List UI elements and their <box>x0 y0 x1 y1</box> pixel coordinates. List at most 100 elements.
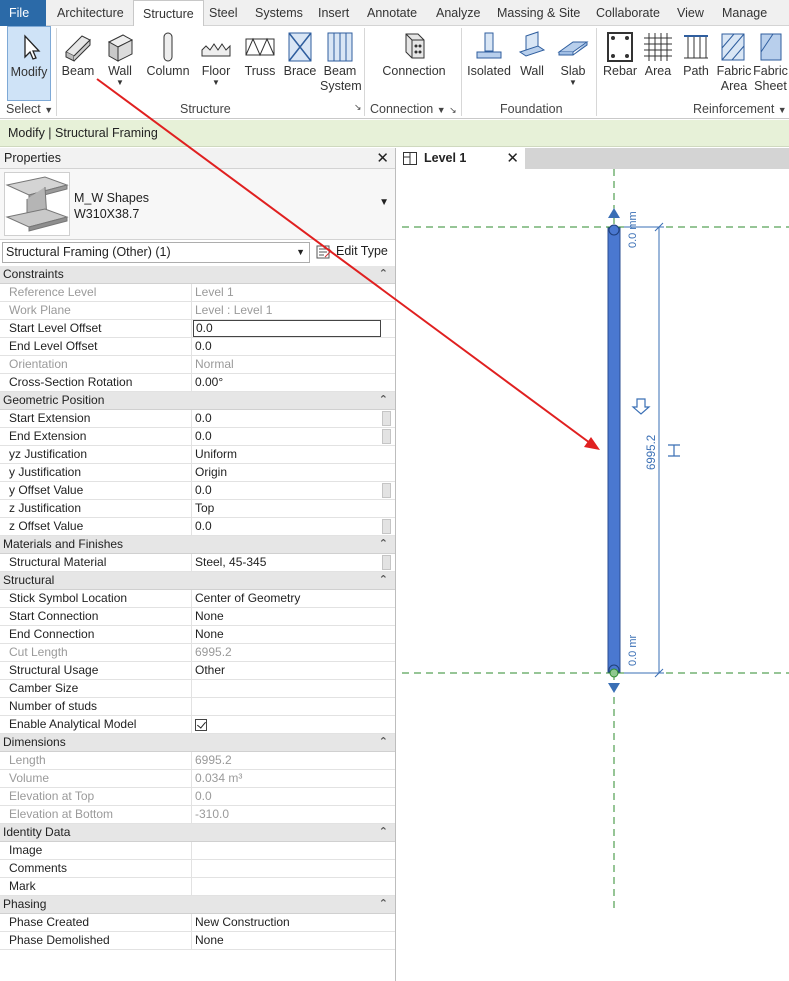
tab-annotate[interactable]: Annotate <box>358 0 426 26</box>
beam-button[interactable]: Beam <box>59 26 97 101</box>
prop-key: Cut Length <box>0 644 192 661</box>
associate-parameter-button[interactable] <box>382 483 391 498</box>
mark-input[interactable] <box>193 878 381 895</box>
brace-button[interactable]: Brace <box>282 26 318 101</box>
connection-panel-dropdown[interactable]: Connection ▼ ↘ <box>370 102 457 118</box>
area-reinforcement-button[interactable]: Area <box>640 26 676 101</box>
slab-button[interactable]: Slab ▼ <box>554 26 592 101</box>
path-reinforcement-button[interactable]: Path <box>678 26 714 101</box>
z-justification-select[interactable]: Top <box>193 500 381 517</box>
cross-section-rotation-input[interactable]: 0.00° <box>193 374 381 391</box>
instance-filter-select[interactable]: Structural Framing (Other) (1) ▼ <box>2 242 310 263</box>
structure-panel-launcher-icon[interactable]: ↘ <box>354 102 362 118</box>
start-level-offset-input[interactable]: 0.0 <box>193 320 381 337</box>
tab-collaborate[interactable]: Collaborate <box>587 0 669 26</box>
group-phasing[interactable]: Phasing ⌃ <box>0 896 395 914</box>
end-extension-input[interactable]: 0.0 <box>193 428 381 445</box>
enable-analytical-model-checkbox[interactable] <box>195 719 207 731</box>
associate-parameter-button[interactable] <box>382 411 391 426</box>
collapse-icon[interactable]: ⌃ <box>379 572 388 589</box>
collapse-icon[interactable]: ⌃ <box>379 734 388 751</box>
group-geometric-position[interactable]: Geometric Position ⌃ <box>0 392 395 410</box>
y-justification-select[interactable]: Origin <box>193 464 381 481</box>
collapse-icon[interactable]: ⌃ <box>379 824 388 841</box>
wall-button[interactable]: Wall ▼ <box>100 26 140 101</box>
tab-view[interactable]: View <box>668 0 713 26</box>
prop-key: Start Extension <box>0 410 192 427</box>
associate-parameter-button[interactable] <box>382 519 391 534</box>
tab-manage[interactable]: Manage <box>713 0 776 26</box>
wall-foundation-button[interactable]: Wall <box>514 26 550 101</box>
connection-panel-launcher-icon[interactable]: ↘ <box>449 105 457 115</box>
structural-beam[interactable] <box>607 227 621 673</box>
group-constraints[interactable]: Constraints ⌃ <box>0 266 395 284</box>
collapse-icon[interactable]: ⌃ <box>379 392 388 409</box>
number-of-studs-input[interactable] <box>193 698 381 715</box>
structural-usage-select[interactable]: Other <box>193 662 381 679</box>
type-selector[interactable]: M_W Shapes W310X38.7 ▼ <box>0 169 395 240</box>
end-offset-label[interactable]: 0.0 mr <box>627 634 639 666</box>
group-materials-finishes[interactable]: Materials and Finishes ⌃ <box>0 536 395 554</box>
column-button[interactable]: Column <box>144 26 192 101</box>
fabric-sheet-button[interactable]: Fabric Sheet <box>752 26 789 101</box>
tab-steel[interactable]: Steel <box>200 0 247 26</box>
start-connection-select[interactable]: None <box>193 608 381 625</box>
phase-created-select[interactable]: New Construction <box>193 914 381 931</box>
y-offset-value-input[interactable]: 0.0 <box>193 482 381 499</box>
reinforcement-panel-dropdown[interactable]: Reinforcement ▼ <box>693 102 787 118</box>
connection-button[interactable]: Connection <box>378 26 450 101</box>
phase-demolished-select[interactable]: None <box>193 932 381 949</box>
yz-justification-select[interactable]: Uniform <box>193 446 381 463</box>
collapse-icon[interactable]: ⌃ <box>379 896 388 913</box>
close-icon[interactable]: ✕ <box>376 148 389 169</box>
tab-structure[interactable]: Structure <box>133 0 204 27</box>
group-dimensions[interactable]: Dimensions ⌃ <box>0 734 395 752</box>
flip-arrow-icon[interactable] <box>631 398 651 415</box>
tab-systems[interactable]: Systems <box>246 0 312 26</box>
tab-massing-site[interactable]: Massing & Site <box>488 0 589 26</box>
z-offset-value-input[interactable]: 0.0 <box>193 518 381 535</box>
dimension-value[interactable]: 6995.2 <box>646 435 658 470</box>
stick-symbol-location-select[interactable]: Center of Geometry <box>193 590 381 607</box>
tab-analyze[interactable]: Analyze <box>427 0 489 26</box>
select-panel-dropdown[interactable]: Select ▼ <box>6 102 53 118</box>
view-tab-level-1[interactable]: Level 1 ✕ <box>397 148 525 169</box>
camber-size-input[interactable] <box>193 680 381 697</box>
isolated-foundation-button[interactable]: Isolated <box>466 26 512 101</box>
start-end-handle[interactable] <box>608 224 620 236</box>
comments-input[interactable] <box>193 860 381 877</box>
start-offset-label[interactable]: 0.0 mm <box>627 211 639 248</box>
edit-type-button[interactable]: Edit Type <box>316 242 388 263</box>
drag-arrow-down-icon[interactable] <box>608 683 620 693</box>
truss-button[interactable]: Truss <box>242 26 278 101</box>
drawing-canvas[interactable]: 0.0 mm 0.0 mr 6995.2 <box>397 169 789 981</box>
close-icon[interactable]: ✕ <box>506 148 519 169</box>
image-field[interactable] <box>193 842 381 859</box>
fabric-area-button[interactable]: Fabric Area <box>716 26 752 101</box>
associate-parameter-button[interactable] <box>382 429 391 444</box>
prop-key: z Justification <box>0 500 192 517</box>
tab-file[interactable]: File <box>0 0 46 26</box>
end-level-offset-input[interactable]: 0.0 <box>193 338 381 355</box>
collapse-icon[interactable]: ⌃ <box>379 266 388 283</box>
rebar-button[interactable]: Rebar <box>600 26 640 101</box>
start-extension-input[interactable]: 0.0 <box>193 410 381 427</box>
associate-parameter-button[interactable] <box>382 555 391 570</box>
structural-material-field[interactable]: Steel, 45-345 <box>193 554 381 571</box>
chevron-down-icon: ▼ <box>569 78 577 87</box>
collapse-icon[interactable]: ⌃ <box>379 536 388 553</box>
modify-button[interactable]: Modify <box>7 26 51 101</box>
make-permanent-dimension-icon[interactable] <box>668 444 680 457</box>
ribbon: Modify Beam Wall ▼ Column Floor ▼ Truss … <box>0 26 789 119</box>
prop-row-camber-size: Camber Size <box>0 680 395 698</box>
group-structural[interactable]: Structural ⌃ <box>0 572 395 590</box>
tab-architecture[interactable]: Architecture <box>48 0 133 26</box>
tab-insert[interactable]: Insert <box>309 0 358 26</box>
floor-button[interactable]: Floor ▼ <box>196 26 236 101</box>
end-connection-select[interactable]: None <box>193 626 381 643</box>
group-identity-data[interactable]: Identity Data ⌃ <box>0 824 395 842</box>
connection-label: Connection <box>382 64 446 78</box>
beam-system-button[interactable]: Beam System <box>320 26 362 101</box>
chevron-down-icon[interactable]: ▼ <box>379 197 389 208</box>
drag-arrow-up-icon[interactable] <box>608 208 620 218</box>
